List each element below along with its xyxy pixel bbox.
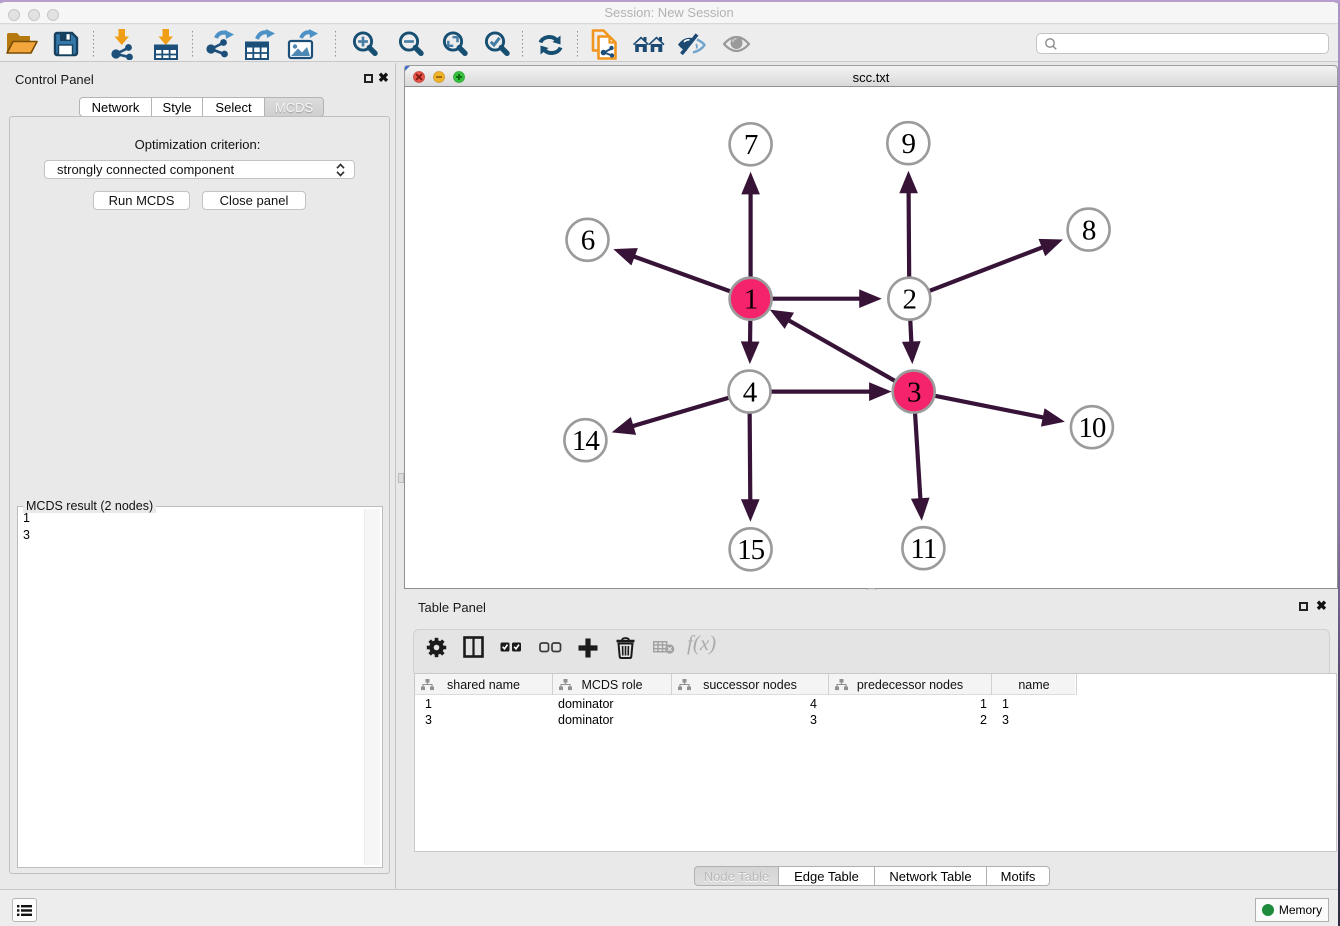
svg-text:14: 14 <box>572 425 601 457</box>
svg-text:6: 6 <box>581 225 595 257</box>
svg-text:15: 15 <box>737 534 765 566</box>
svg-text:9: 9 <box>902 128 916 160</box>
svg-text:8: 8 <box>1082 214 1096 246</box>
svg-text:2: 2 <box>903 283 917 315</box>
svg-text:4: 4 <box>743 376 758 408</box>
svg-text:10: 10 <box>1078 412 1106 444</box>
svg-text:3: 3 <box>907 376 921 408</box>
svg-text:7: 7 <box>744 129 758 161</box>
svg-text:1: 1 <box>744 283 758 315</box>
svg-text:11: 11 <box>910 533 936 565</box>
